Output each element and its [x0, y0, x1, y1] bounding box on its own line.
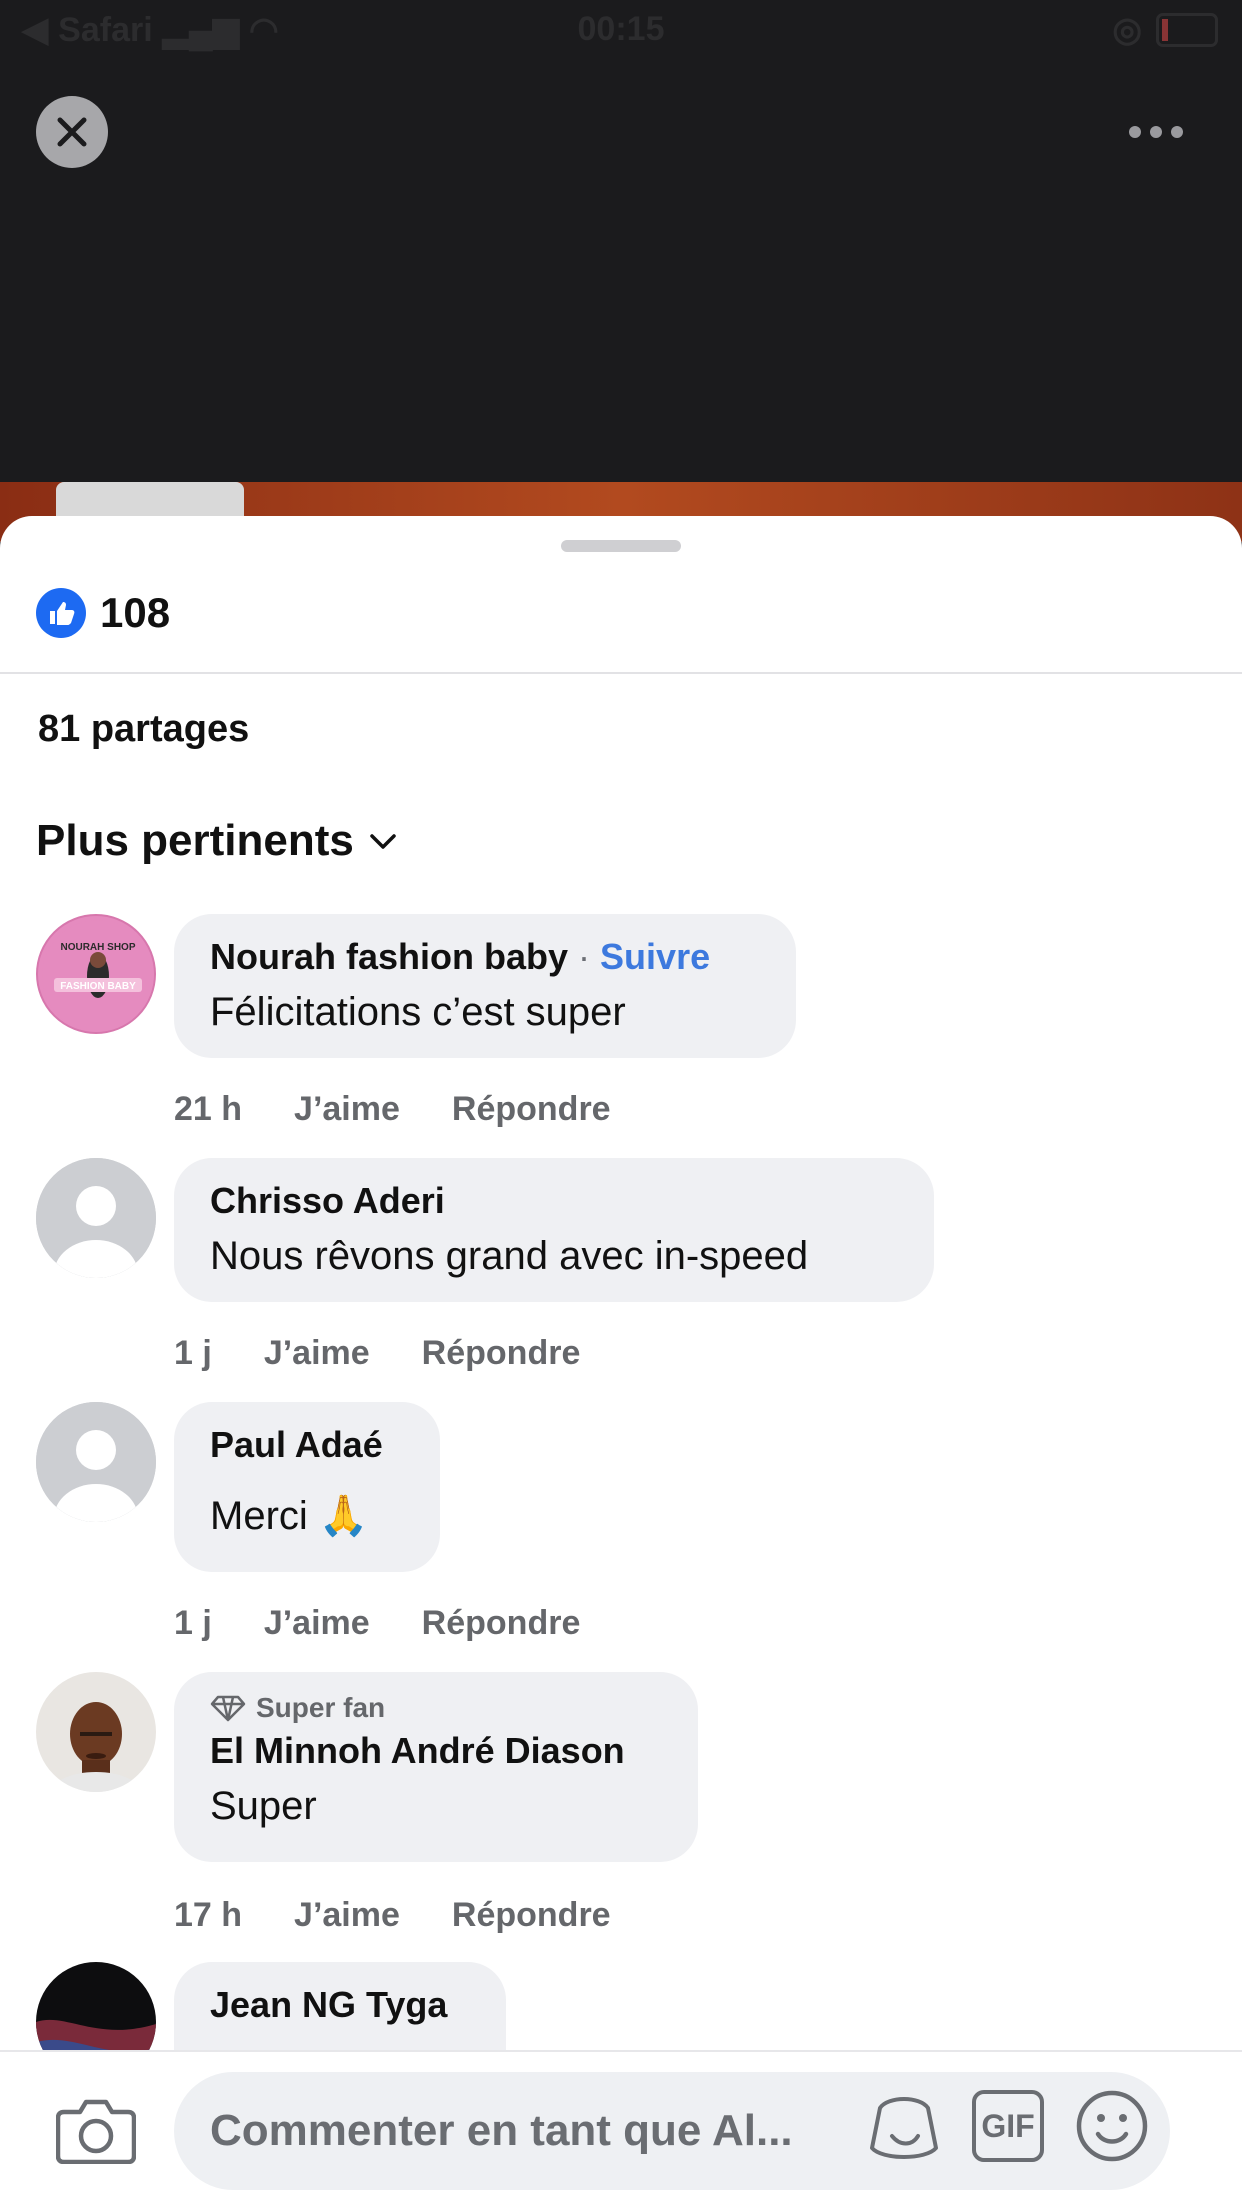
likes-count: 108 — [100, 589, 171, 636]
shares-count[interactable]: 81 partages — [38, 708, 249, 751]
reply-button[interactable]: Répondre — [452, 1896, 611, 1935]
like-button[interactable]: J’aime — [294, 1896, 400, 1935]
comment-time: 1 j — [174, 1604, 212, 1642]
avatar[interactable]: NOURAH SHOP FASHION BABY — [36, 914, 156, 1034]
more-dot-icon — [1129, 126, 1141, 138]
comment-bubble[interactable]: Nourah fashion baby · Suivre Félicitatio… — [174, 914, 796, 1058]
avatar[interactable] — [36, 1158, 156, 1278]
comment-author[interactable]: Jean NG Tyga — [210, 1984, 447, 2025]
avatar-text-top: NOURAH SHOP — [60, 942, 135, 953]
camera-button[interactable] — [55, 2096, 137, 2169]
comment-actions: 21 h J’aime Répondre — [174, 1090, 611, 1129]
more-dot-icon — [1150, 126, 1162, 138]
comments-sheet: 108 81 partages Plus pertinents NOURAH S… — [0, 516, 1242, 2208]
more-dot-icon — [1171, 126, 1183, 138]
avatar[interactable] — [36, 1402, 156, 1522]
comment-item: Chrisso Aderi Nous rêvons grand avec in-… — [36, 1158, 1206, 1358]
composer-icons: GIF — [866, 2088, 1150, 2164]
chevron-down-icon — [370, 834, 396, 849]
avatar-sticker-icon[interactable] — [866, 2088, 942, 2164]
camera-icon — [55, 2099, 137, 2165]
comment-item: Paul Adaé Merci 🙏 — [36, 1402, 1206, 1602]
diamond-icon — [210, 1695, 246, 1722]
avatar-text-bottom: FASHION BABY — [60, 981, 136, 992]
comment-time: 21 h — [174, 1090, 243, 1128]
comment-actions: 1 j J’aime Répondre — [174, 1334, 580, 1373]
default-avatar-icon — [36, 1402, 156, 1522]
comment-time: 1 j — [174, 1334, 212, 1372]
emoji-icon[interactable] — [1074, 2088, 1150, 2164]
reply-button[interactable]: Répondre — [422, 1334, 581, 1373]
thumbs-up-icon — [36, 588, 86, 638]
comment-author[interactable]: Chrisso Aderi — [210, 1180, 445, 1221]
more-options-button[interactable] — [1106, 112, 1206, 152]
comment-item: Super fan El Minnoh André Diason Super — [36, 1672, 1206, 1872]
divider — [0, 672, 1242, 674]
comment-text: Nous rêvons grand avec in-speed — [210, 1234, 809, 1278]
sort-dropdown[interactable]: Plus pertinents — [36, 816, 398, 866]
comment-author[interactable]: Paul Adaé — [210, 1424, 383, 1465]
status-bar: ◀ Safari ▂▄▆ ◠ 00:15 ◎ — [0, 0, 1242, 60]
comment-text: Félicitations c’est super — [210, 990, 626, 1034]
like-button[interactable]: J’aime — [264, 1334, 370, 1373]
comment-author[interactable]: Nourah fashion baby — [210, 936, 568, 977]
reply-button[interactable]: Répondre — [452, 1090, 611, 1129]
default-avatar-icon — [36, 1158, 156, 1278]
comment-actions: 17 h J’aime Répondre — [174, 1896, 611, 1935]
sort-label: Plus pertinents — [36, 816, 354, 865]
comment-bubble[interactable]: Paul Adaé Merci 🙏 — [174, 1402, 440, 1572]
comment-bubble[interactable]: Chrisso Aderi Nous rêvons grand avec in-… — [174, 1158, 934, 1302]
comment-author[interactable]: El Minnoh André Diason — [210, 1730, 625, 1771]
super-fan-label: Super fan — [256, 1692, 386, 1723]
super-fan-badge: Super fan — [210, 1692, 662, 1724]
close-icon — [57, 117, 87, 147]
sheet-grabber[interactable] — [561, 540, 681, 552]
comment-input-placeholder: Commenter en tant que Al... — [210, 2106, 793, 2155]
separator-dot: · — [578, 936, 601, 977]
comment-composer: Commenter en tant que Al... GIF — [0, 2050, 1242, 2210]
status-right: ◎ — [1112, 10, 1218, 50]
follow-button[interactable]: Suivre — [600, 936, 710, 977]
close-button[interactable] — [36, 96, 108, 168]
like-button[interactable]: J’aime — [264, 1604, 370, 1643]
status-time: 00:15 — [577, 10, 665, 48]
likes-row[interactable]: 108 — [36, 588, 170, 638]
comment-text: Super — [210, 1784, 317, 1828]
battery-icon — [1156, 13, 1218, 47]
comment-text: Merci 🙏 — [210, 1494, 369, 1538]
comment-time: 17 h — [174, 1896, 243, 1934]
comment-bubble[interactable]: Super fan El Minnoh André Diason Super — [174, 1672, 698, 1862]
comment-actions: 1 j J’aime Répondre — [174, 1604, 580, 1643]
avatar[interactable] — [36, 1672, 156, 1792]
comment-item: NOURAH SHOP FASHION BABY Nourah fashion … — [36, 914, 1206, 1114]
gif-button[interactable]: GIF — [972, 2090, 1044, 2162]
reply-button[interactable]: Répondre — [422, 1604, 581, 1643]
like-button[interactable]: J’aime — [294, 1090, 400, 1129]
orientation-lock-icon: ◎ — [1112, 11, 1142, 49]
